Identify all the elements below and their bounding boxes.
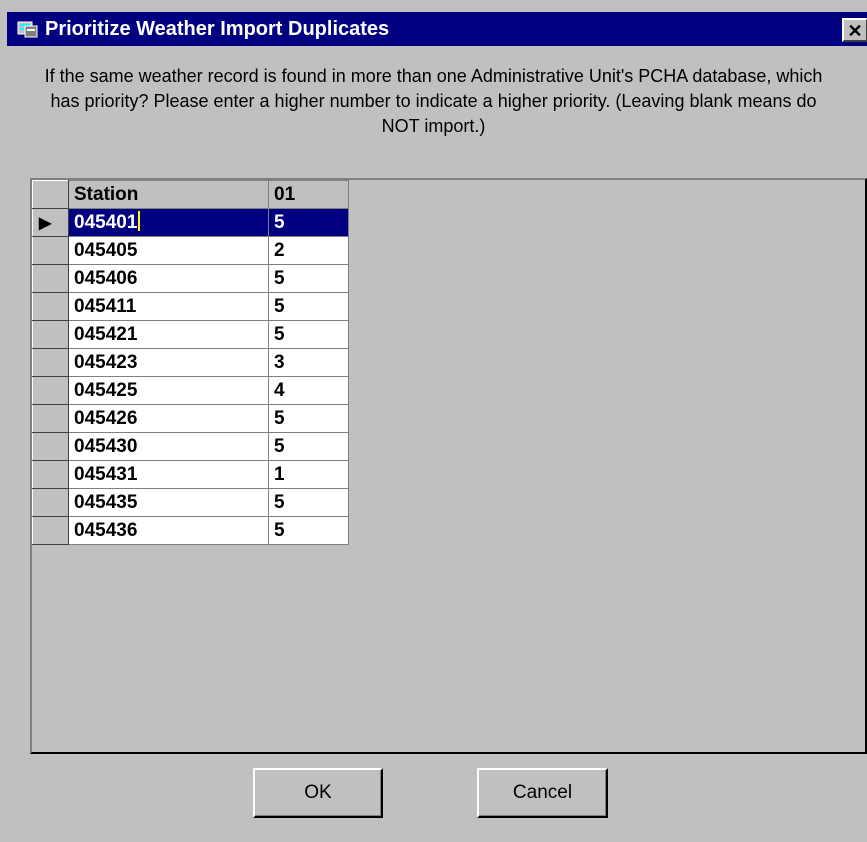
table-row: 045430 5 bbox=[32, 432, 349, 461]
dialog-window: Prioritize Weather Import Duplicates ✕ I… bbox=[0, 0, 867, 842]
station-value: 045431 bbox=[74, 463, 138, 485]
station-value: 045401 bbox=[74, 212, 138, 233]
text-caret bbox=[138, 211, 141, 231]
row-selector[interactable] bbox=[32, 488, 69, 517]
table-row: 045436 5 bbox=[32, 516, 349, 545]
current-row-pointer-icon: ▶ bbox=[39, 214, 52, 232]
station-cell[interactable]: 045426 bbox=[68, 404, 269, 433]
station-cell[interactable]: 045430 bbox=[68, 432, 269, 461]
column-header-station[interactable]: Station bbox=[68, 180, 269, 209]
table-row: 045426 5 bbox=[32, 404, 349, 433]
priority-cell[interactable]: 5 bbox=[268, 404, 349, 433]
title-bar[interactable]: Prioritize Weather Import Duplicates ✕ bbox=[7, 12, 867, 46]
station-cell[interactable]: 045411 bbox=[68, 292, 269, 321]
table-row: 045405 2 bbox=[32, 236, 349, 265]
station-cell[interactable]: 045425 bbox=[68, 376, 269, 405]
station-cell[interactable]: 045405 bbox=[68, 236, 269, 265]
ok-button[interactable]: OK bbox=[253, 768, 383, 818]
station-value: 045426 bbox=[74, 407, 138, 429]
station-value: 045425 bbox=[74, 379, 138, 401]
grid-body: ▶ 045401 5 045405 2 045406 5 045411 5 045421 5 0454… bbox=[32, 208, 349, 545]
priority-cell[interactable]: 5 bbox=[268, 516, 349, 545]
table-row: 045431 1 bbox=[32, 460, 349, 489]
station-value: 045430 bbox=[74, 435, 138, 457]
priority-cell[interactable]: 5 bbox=[268, 208, 349, 237]
row-selector[interactable] bbox=[32, 516, 69, 545]
priority-cell[interactable]: 2 bbox=[268, 236, 349, 265]
table-row: 045411 5 bbox=[32, 292, 349, 321]
instructions-text: If the same weather record is found in m… bbox=[44, 66, 823, 136]
station-value: 045406 bbox=[74, 267, 138, 289]
row-selector[interactable] bbox=[32, 236, 69, 265]
station-value: 045421 bbox=[74, 323, 138, 345]
row-selector[interactable] bbox=[32, 264, 69, 293]
table-row: ▶ 045401 5 bbox=[32, 208, 349, 237]
row-selector[interactable]: ▶ bbox=[32, 208, 69, 237]
station-cell[interactable]: 045423 bbox=[68, 348, 269, 377]
close-button[interactable]: ✕ bbox=[842, 18, 867, 42]
row-selector[interactable] bbox=[32, 348, 69, 377]
priority-cell[interactable]: 4 bbox=[268, 376, 349, 405]
column-header-01[interactable]: 01 bbox=[268, 180, 349, 209]
table-row: 045435 5 bbox=[32, 488, 349, 517]
priority-cell[interactable]: 5 bbox=[268, 432, 349, 461]
station-cell[interactable]: 045431 bbox=[68, 460, 269, 489]
station-cell[interactable]: 045435 bbox=[68, 488, 269, 517]
priority-cell[interactable]: 5 bbox=[268, 264, 349, 293]
row-selector[interactable] bbox=[32, 432, 69, 461]
priority-cell[interactable]: 1 bbox=[268, 460, 349, 489]
station-value: 045436 bbox=[74, 519, 138, 541]
table-row: 045421 5 bbox=[32, 320, 349, 349]
table-row: 045425 4 bbox=[32, 376, 349, 405]
priority-grid[interactable]: Station 01 ▶ 045401 5 045405 2 045406 5 045411 5… bbox=[30, 178, 867, 754]
station-cell[interactable]: 045401 bbox=[68, 208, 269, 237]
corner-header[interactable] bbox=[32, 180, 69, 209]
station-value: 045411 bbox=[74, 295, 137, 317]
priority-cell[interactable]: 5 bbox=[268, 320, 349, 349]
header-row: Station 01 bbox=[32, 180, 349, 209]
priority-cell[interactable]: 5 bbox=[268, 488, 349, 517]
row-selector[interactable] bbox=[32, 376, 69, 405]
table-row: 045423 3 bbox=[32, 348, 349, 377]
station-cell[interactable]: 045436 bbox=[68, 516, 269, 545]
priority-cell[interactable]: 3 bbox=[268, 348, 349, 377]
window-title: Prioritize Weather Import Duplicates bbox=[45, 18, 390, 40]
priority-table: Station 01 ▶ 045401 5 045405 2 045406 5 045411 5… bbox=[32, 180, 349, 545]
table-row: 045406 5 bbox=[32, 264, 349, 293]
row-selector[interactable] bbox=[32, 292, 69, 321]
row-selector[interactable] bbox=[32, 320, 69, 349]
close-icon: ✕ bbox=[847, 21, 863, 41]
row-selector[interactable] bbox=[32, 460, 69, 489]
row-selector[interactable] bbox=[32, 404, 69, 433]
station-value: 045423 bbox=[74, 351, 138, 373]
cancel-button[interactable]: Cancel bbox=[477, 768, 608, 818]
station-cell[interactable]: 045421 bbox=[68, 320, 269, 349]
station-cell[interactable]: 045406 bbox=[68, 264, 269, 293]
app-icon bbox=[17, 21, 38, 38]
priority-cell[interactable]: 5 bbox=[268, 292, 349, 321]
station-value: 045435 bbox=[74, 491, 138, 513]
station-value: 045405 bbox=[74, 239, 138, 261]
